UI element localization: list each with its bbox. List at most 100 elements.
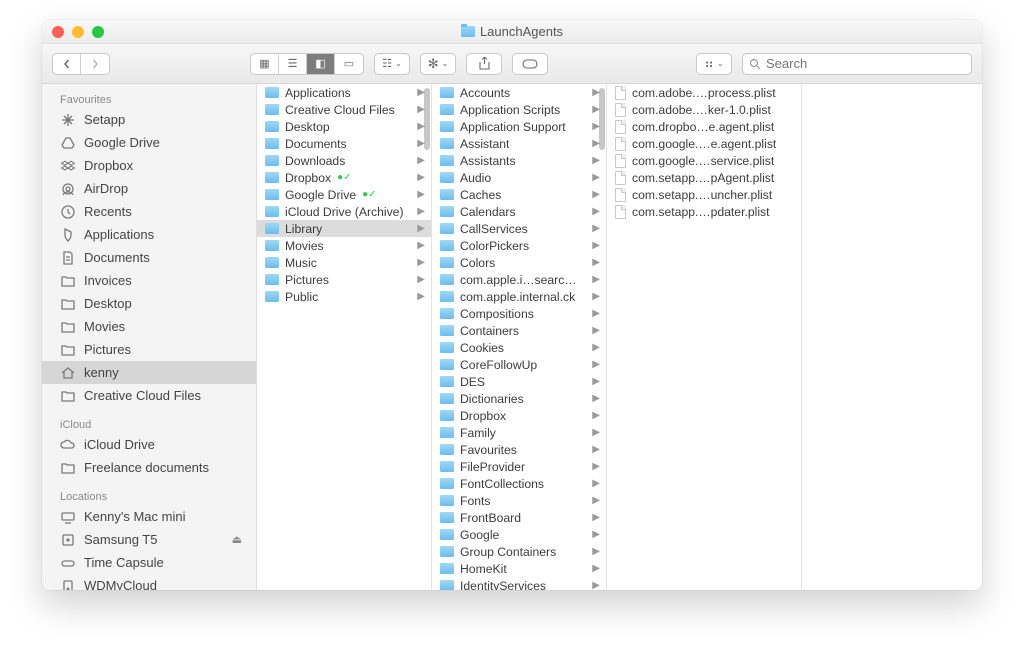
folder-row[interactable]: ColorPickers▶ [432,237,606,254]
folder-row[interactable]: Family▶ [432,424,606,441]
folder-row[interactable]: Group Containers▶ [432,543,606,560]
folder-row[interactable]: Containers▶ [432,322,606,339]
group-button[interactable]: ☷⌄ [374,53,410,75]
folder-row[interactable]: CoreFollowUp▶ [432,356,606,373]
file-row[interactable]: com.google.…service.plist [607,152,801,169]
folder-row[interactable]: Movies▶ [257,237,431,254]
folder-row[interactable]: IdentityServices▶ [432,577,606,590]
folder-row[interactable]: Dictionaries▶ [432,390,606,407]
chevron-right-icon: ▶ [413,291,425,302]
folder-row[interactable]: Public▶ [257,288,431,305]
file-row[interactable]: com.google.…e.agent.plist [607,135,801,152]
sidebar-item-recents[interactable]: Recents [42,200,256,223]
folder-row[interactable]: Downloads▶ [257,152,431,169]
zoom-button[interactable] [92,26,104,38]
folder-icon [440,444,454,455]
folder-row[interactable]: Colors▶ [432,254,606,271]
folder-row[interactable]: Desktop▶ [257,118,431,135]
folder-row[interactable]: Dropbox●✓▶ [257,169,431,186]
sidebar-item-creative-cloud-files[interactable]: Creative Cloud Files [42,384,256,407]
folder-row[interactable]: Google Drive●✓▶ [257,186,431,203]
folder-row[interactable]: Application Scripts▶ [432,101,606,118]
sidebar-item-icloud-drive[interactable]: iCloud Drive [42,433,256,456]
folder-row[interactable]: Music▶ [257,254,431,271]
sidebar-item-setapp[interactable]: Setapp [42,108,256,131]
folder-row[interactable]: Google▶ [432,526,606,543]
file-row[interactable]: com.adobe.…process.plist [607,84,801,101]
folder-row[interactable]: Applications▶ [257,84,431,101]
folder-row[interactable]: com.apple.internal.ck▶ [432,288,606,305]
file-row[interactable]: com.setapp.…uncher.plist [607,186,801,203]
folder-row[interactable]: Assistant▶ [432,135,606,152]
sidebar-item-movies[interactable]: Movies [42,315,256,338]
folder-row[interactable]: FileProvider▶ [432,458,606,475]
folder-row[interactable]: Accounts▶ [432,84,606,101]
file-row[interactable]: com.dropbo…e.agent.plist [607,118,801,135]
sidebar-item-wdmycloud[interactable]: WDMyCloud [42,574,256,590]
forward-button[interactable] [81,54,109,74]
sidebar-item-invoices[interactable]: Invoices [42,269,256,292]
search-input[interactable] [766,56,965,71]
row-label: Fonts [460,494,490,508]
action-button[interactable]: ✻⌄ [420,53,456,75]
folder-row[interactable]: Library▶ [257,220,431,237]
folder-row[interactable]: Caches▶ [432,186,606,203]
chevron-right-icon: ▶ [588,427,600,438]
folder-row[interactable]: Audio▶ [432,169,606,186]
sidebar-item-applications[interactable]: Applications [42,223,256,246]
folder-row[interactable]: Pictures▶ [257,271,431,288]
file-row[interactable]: com.setapp.…pAgent.plist [607,169,801,186]
folder-row[interactable]: Creative Cloud Files▶ [257,101,431,118]
back-button[interactable] [53,54,81,74]
folder-row[interactable]: Documents▶ [257,135,431,152]
row-label: HomeKit [460,562,507,576]
sidebar-item-airdrop[interactable]: AirDrop [42,177,256,200]
eject-icon[interactable]: ⏏ [232,533,242,546]
folder-icon [265,87,279,98]
dropbox-toolbar-button[interactable]: ⠶⌄ [696,53,732,75]
window-title: LaunchAgents [480,24,563,39]
folder-row[interactable]: com.apple.i…searchpartyd▶ [432,271,606,288]
sidebar-item-time-capsule[interactable]: Time Capsule [42,551,256,574]
folder-row[interactable]: FontCollections▶ [432,475,606,492]
folder-row[interactable]: FrontBoard▶ [432,509,606,526]
close-button[interactable] [52,26,64,38]
sidebar-item-kenny[interactable]: kenny [42,361,256,384]
sidebar-item-documents[interactable]: Documents [42,246,256,269]
folder-row[interactable]: Assistants▶ [432,152,606,169]
computer-icon [60,509,76,525]
gallery-view-button[interactable]: ▭ [335,54,363,74]
sidebar-item-desktop[interactable]: Desktop [42,292,256,315]
folder-row[interactable]: Compositions▶ [432,305,606,322]
icon-view-button[interactable]: ▦ [251,54,279,74]
sidebar-item-google-drive[interactable]: Google Drive [42,131,256,154]
list-view-button[interactable]: ☰ [279,54,307,74]
share-button[interactable] [466,53,502,75]
search-field[interactable] [742,53,972,75]
folder-row[interactable]: Application Support▶ [432,118,606,135]
folder-row[interactable]: Dropbox▶ [432,407,606,424]
folder-row[interactable]: Fonts▶ [432,492,606,509]
file-row[interactable]: com.setapp.…pdater.plist [607,203,801,220]
sidebar-item-pictures[interactable]: Pictures [42,338,256,361]
column-view-button[interactable]: ◧ [307,54,335,74]
sidebar-item-samsung-t5[interactable]: Samsung T5⏏ [42,528,256,551]
folder-row[interactable]: HomeKit▶ [432,560,606,577]
folder-icon [440,155,454,166]
sidebar-item-dropbox[interactable]: Dropbox [42,154,256,177]
sidebar-item-freelance-documents[interactable]: Freelance documents [42,456,256,479]
folder-row[interactable]: Cookies▶ [432,339,606,356]
folder-row[interactable]: Favourites▶ [432,441,606,458]
folder-row[interactable]: DES▶ [432,373,606,390]
folder-row[interactable]: CallServices▶ [432,220,606,237]
scrollbar[interactable] [424,88,430,150]
tags-button[interactable] [512,53,548,75]
minimize-button[interactable] [72,26,84,38]
scrollbar[interactable] [599,88,605,150]
sidebar-item-kenny-s-mac-mini[interactable]: Kenny's Mac mini [42,505,256,528]
dropbox-icon [60,158,76,174]
folder-icon [265,240,279,251]
file-row[interactable]: com.adobe.…ker-1.0.plist [607,101,801,118]
folder-row[interactable]: iCloud Drive (Archive)▶ [257,203,431,220]
folder-row[interactable]: Calendars▶ [432,203,606,220]
